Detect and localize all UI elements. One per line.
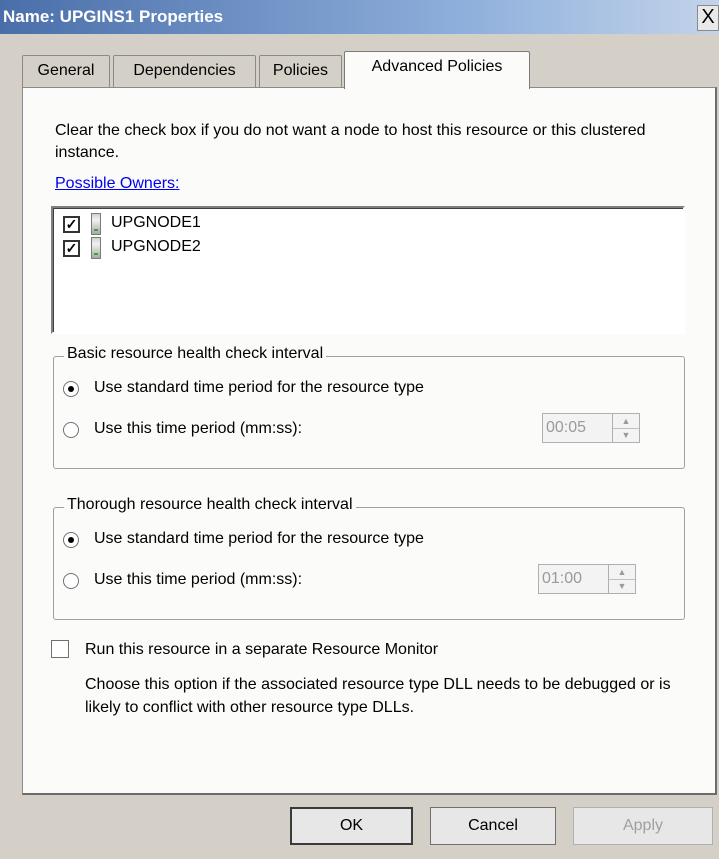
server-icon <box>91 213 101 235</box>
advanced-policies-panel: Clear the check box if you do not want a… <box>22 87 717 795</box>
group-legend: Basic resource health check interval <box>64 345 327 363</box>
tab-general[interactable]: General <box>22 55 110 87</box>
close-icon: X <box>701 6 715 28</box>
apply-button[interactable]: Apply <box>573 807 713 845</box>
title-bar: Name: UPGINS1 Properties X <box>0 0 719 34</box>
radio-label: Use standard time period for the resourc… <box>94 530 424 547</box>
basic-custom-radio[interactable] <box>63 422 79 438</box>
ok-button[interactable]: OK <box>290 807 413 845</box>
tab-label: Policies <box>272 62 329 79</box>
thorough-custom-radio[interactable] <box>63 573 79 589</box>
owner-checkbox[interactable]: ✓ <box>63 216 80 233</box>
owner-name: UPGNODE2 <box>111 238 201 255</box>
close-button[interactable]: X <box>697 5 719 31</box>
radio-label: Use this time period (mm:ss): <box>94 420 303 437</box>
tab-label: Advanced Policies <box>371 58 503 75</box>
separate-monitor-label: Run this resource in a separate Resource… <box>85 641 439 658</box>
spinner-value: 00:05 <box>546 419 587 436</box>
separate-monitor-checkbox[interactable] <box>51 640 69 658</box>
spinner-value: 01:00 <box>542 570 583 587</box>
instructions-text: Clear the check box if you do not want a… <box>55 122 646 161</box>
thorough-time-spinner[interactable]: 01:00 ▲ ▼ <box>538 564 636 594</box>
thorough-health-check-group: Thorough resource health check interval … <box>53 496 685 620</box>
possible-owners-link[interactable]: Possible Owners: <box>55 175 180 193</box>
tab-policies[interactable]: Policies <box>259 55 342 87</box>
window-title: Name: UPGINS1 Properties <box>3 7 224 26</box>
spinner-buttons: ▲ ▼ <box>608 565 635 593</box>
tab-label: General <box>37 62 95 79</box>
possible-owners-list[interactable]: ✓ UPGNODE1 ✓ UPGNODE2 <box>51 206 685 334</box>
radio-label: Use this time period (mm:ss): <box>94 571 303 588</box>
basic-health-check-group: Basic resource health check interval Use… <box>53 345 685 469</box>
tab-advanced-policies[interactable]: Advanced Policies <box>344 51 530 89</box>
basic-time-spinner[interactable]: 00:05 ▲ ▼ <box>542 413 640 443</box>
spin-down-icon[interactable]: ▼ <box>613 428 639 442</box>
owner-name: UPGNODE1 <box>111 214 201 231</box>
tab-dependencies[interactable]: Dependencies <box>113 55 256 87</box>
basic-standard-radio[interactable] <box>63 381 79 397</box>
separate-monitor-description: Choose this option if the associated res… <box>85 676 671 716</box>
tab-label: Dependencies <box>133 62 236 79</box>
group-legend: Thorough resource health check interval <box>64 496 356 514</box>
cancel-button[interactable]: Cancel <box>430 807 556 845</box>
spin-down-icon[interactable]: ▼ <box>609 579 635 593</box>
spin-up-icon[interactable]: ▲ <box>609 565 635 580</box>
owner-checkbox[interactable]: ✓ <box>63 240 80 257</box>
spin-up-icon[interactable]: ▲ <box>613 414 639 429</box>
spinner-buttons: ▲ ▼ <box>612 414 639 442</box>
thorough-standard-radio[interactable] <box>63 532 79 548</box>
radio-label: Use standard time period for the resourc… <box>94 379 424 396</box>
server-icon <box>91 237 101 259</box>
